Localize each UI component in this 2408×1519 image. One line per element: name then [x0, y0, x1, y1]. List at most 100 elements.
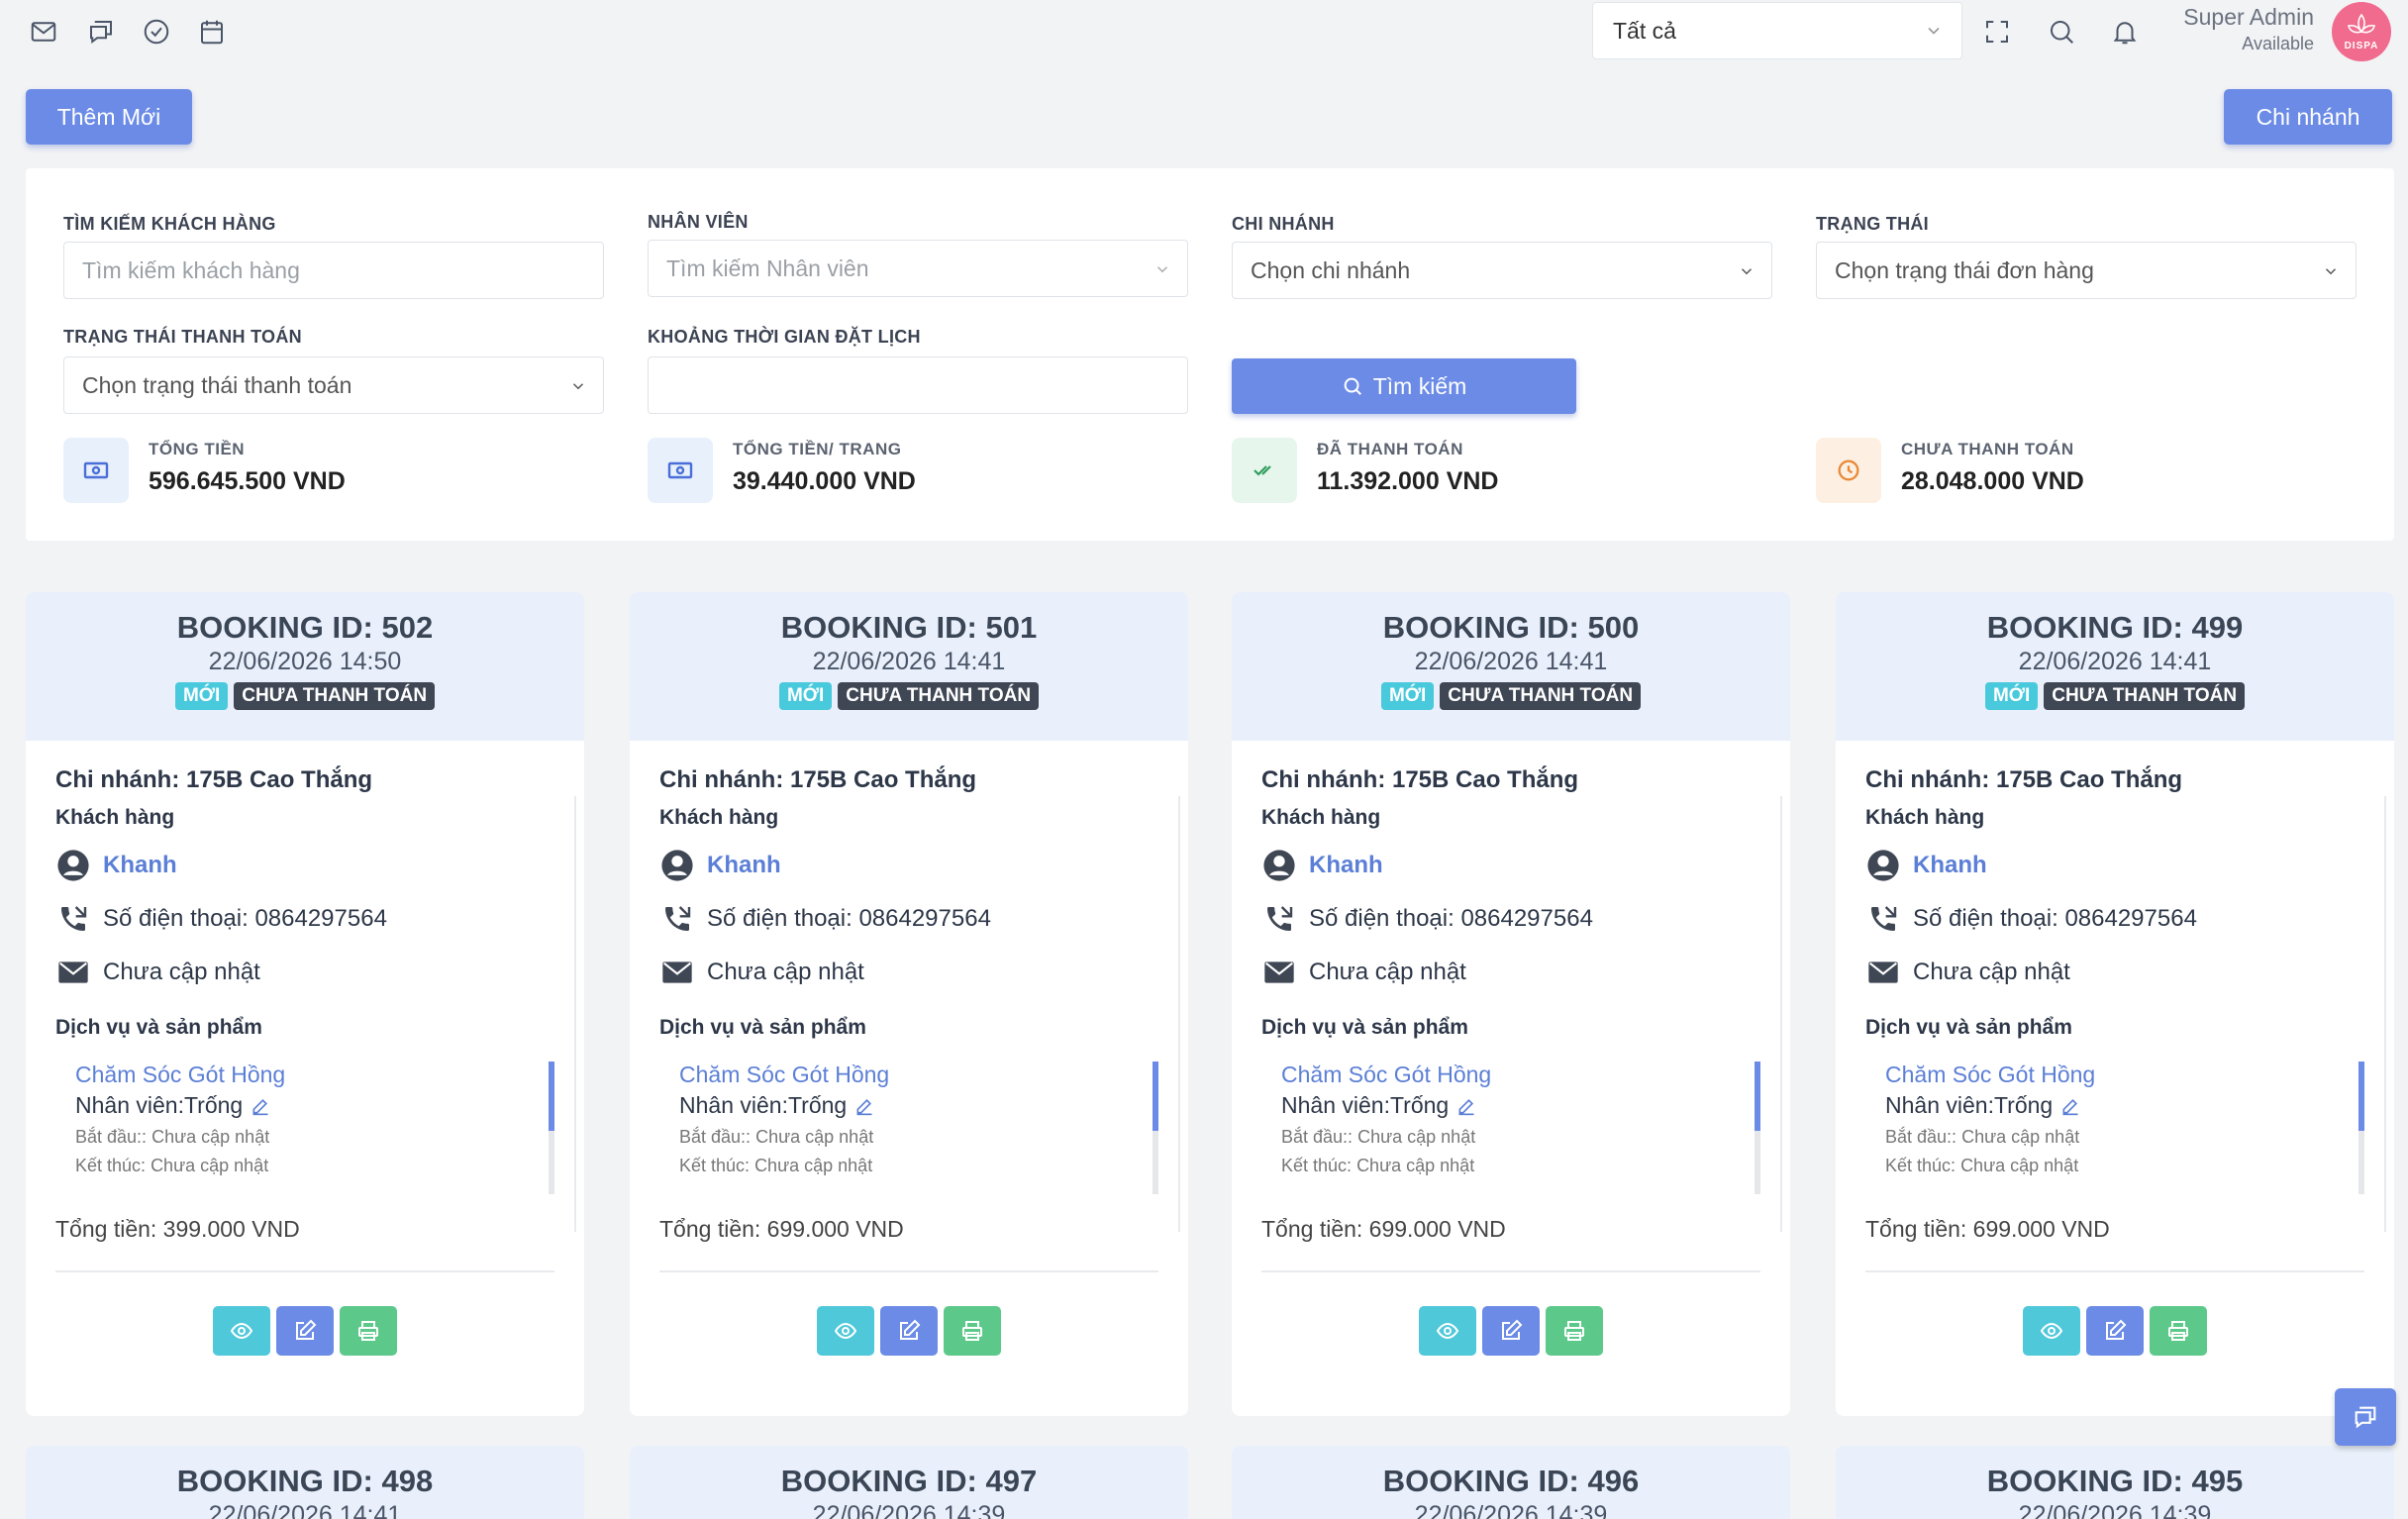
edit-icon — [1502, 1319, 1523, 1340]
edit-button[interactable] — [2086, 1306, 2144, 1356]
pencil-edit-icon[interactable] — [2060, 1096, 2080, 1116]
edit-button[interactable] — [276, 1306, 334, 1356]
customer-name-link[interactable]: Khanh — [1913, 852, 1987, 879]
booking-branch: Chi nhánh: 175B Cao Thắng — [1261, 766, 1579, 793]
pencil-edit-icon[interactable] — [854, 1096, 874, 1116]
customer-name-link[interactable]: Khanh — [1309, 852, 1383, 879]
customer-name-link[interactable]: Khanh — [707, 852, 781, 879]
check-circle-icon[interactable] — [139, 14, 174, 50]
staff-label: Nhân viên: — [75, 1092, 184, 1118]
date-range-input[interactable] — [648, 356, 1188, 414]
customer-name-link[interactable]: Khanh — [103, 852, 177, 879]
staff-label: Nhân viên: — [679, 1092, 788, 1118]
staff-value: Trống — [787, 1092, 848, 1118]
divider — [574, 796, 576, 1232]
view-button[interactable] — [2023, 1306, 2080, 1356]
search-button[interactable]: Tìm kiếm — [1232, 358, 1576, 414]
status-badge-new: MỚI — [1984, 682, 2039, 710]
search-icon[interactable] — [2044, 14, 2079, 50]
view-button[interactable] — [213, 1306, 270, 1356]
service-name-link[interactable]: Chăm Sóc Gót Hồng — [1885, 1062, 2364, 1088]
booking-date: 22/06/2026 14:39 — [812, 1501, 1006, 1519]
stat-label: ĐÃ THANH TOÁN — [1317, 440, 1463, 458]
mail-icon[interactable] — [26, 14, 61, 50]
scrollbar-thumb[interactable] — [2358, 1062, 2364, 1131]
edit-button[interactable] — [1482, 1306, 1540, 1356]
service-list[interactable]: Chăm Sóc Gót Hồng Nhân viên:Trống Bắt đầ… — [55, 1062, 554, 1194]
pencil-edit-icon[interactable] — [251, 1096, 270, 1116]
envelope-icon — [1261, 955, 1297, 990]
scope-select-value: Tất cả — [1613, 17, 1676, 44]
fullscreen-icon[interactable] — [1979, 14, 2015, 50]
print-button[interactable] — [944, 1306, 1001, 1356]
search-icon — [1344, 377, 1361, 395]
print-button[interactable] — [340, 1306, 397, 1356]
envelope-icon — [659, 955, 695, 990]
chat-icon[interactable] — [83, 14, 119, 50]
end-label: Kết thúc: — [1281, 1156, 1353, 1175]
booking-date: 22/06/2026 14:39 — [1414, 1501, 1608, 1519]
booking-card: BOOKING ID: 500 22/06/2026 14:41 MỚI CHƯ… — [1232, 592, 1790, 1416]
divider — [1865, 1270, 2364, 1272]
divider — [1780, 796, 1782, 1232]
service-list[interactable]: Chăm Sóc Gót Hồng Nhân viên:Trống Bắt đầ… — [1865, 1062, 2364, 1194]
branch-button[interactable]: Chi nhánh — [2224, 89, 2392, 145]
branch-select[interactable]: Chọn chi nhánh — [1232, 242, 1772, 299]
end-label: Kết thúc: — [679, 1156, 751, 1175]
chat-fab-button[interactable] — [2335, 1388, 2396, 1446]
date-range-label: KHOẢNG THỜI GIAN ĐẶT LỊCH — [648, 327, 921, 347]
staff-value: Trống — [1389, 1092, 1450, 1118]
staff-value: Trống — [183, 1092, 244, 1118]
scrollbar[interactable] — [1153, 1062, 1158, 1194]
edit-button[interactable] — [880, 1306, 938, 1356]
service-list[interactable]: Chăm Sóc Gót Hồng Nhân viên:Trống Bắt đầ… — [1261, 1062, 1760, 1194]
staff-label: Nhân viên: — [1885, 1092, 1994, 1118]
calendar-icon[interactable] — [194, 14, 230, 50]
payment-status-select-value: Chọn trạng thái thanh toán — [82, 371, 352, 398]
booking-date: 22/06/2026 14:41 — [208, 1501, 402, 1519]
customer-heading: Khách hàng — [55, 806, 175, 829]
clock-icon — [1816, 438, 1881, 503]
status-badge-new: MỚI — [174, 682, 229, 710]
printer-icon — [2168, 1321, 2188, 1341]
divider — [659, 1270, 1158, 1272]
start-value: Chưa cập nhật — [1357, 1127, 1476, 1147]
scrollbar[interactable] — [2358, 1062, 2364, 1194]
scrollbar-thumb[interactable] — [1153, 1062, 1158, 1131]
service-name-link[interactable]: Chăm Sóc Gót Hồng — [1281, 1062, 1760, 1088]
bell-icon[interactable] — [2107, 14, 2143, 50]
service-list[interactable]: Chăm Sóc Gót Hồng Nhân viên:Trống Bắt đầ… — [659, 1062, 1158, 1194]
payment-status-select[interactable]: Chọn trạng thái thanh toán — [63, 356, 604, 414]
envelope-icon — [1865, 955, 1901, 990]
branch-select-value: Chọn chi nhánh — [1251, 256, 1411, 283]
pencil-edit-icon[interactable] — [1456, 1096, 1476, 1116]
services-heading: Dịch vụ và sản phẩm — [1261, 1016, 1468, 1039]
avatar[interactable]: DISPA — [2332, 2, 2391, 61]
add-new-button[interactable]: Thêm Mới — [26, 89, 192, 145]
booking-total: Tổng tiền: 699.000 VND — [1261, 1216, 1506, 1242]
status-select[interactable]: Chọn trạng thái đơn hàng — [1816, 242, 2357, 299]
booking-id: BOOKING ID: 496 — [1382, 1464, 1640, 1498]
scrollbar[interactable] — [1755, 1062, 1760, 1194]
staff-select-placeholder: Tìm kiếm Nhân viên — [666, 254, 869, 281]
scope-select[interactable]: Tất cả — [1592, 2, 1962, 59]
view-button[interactable] — [1419, 1306, 1476, 1356]
view-button[interactable] — [817, 1306, 874, 1356]
printer-icon — [962, 1321, 982, 1341]
customer-email: Chưa cập nhật — [1309, 959, 1466, 985]
print-button[interactable] — [2150, 1306, 2207, 1356]
staff-select[interactable]: Tìm kiếm Nhân viên — [648, 240, 1188, 297]
service-name-link[interactable]: Chăm Sóc Gót Hồng — [75, 1062, 554, 1088]
customer-search-input[interactable]: Tìm kiếm khách hàng — [63, 242, 604, 299]
service-name-link[interactable]: Chăm Sóc Gót Hồng — [679, 1062, 1158, 1088]
customer-heading: Khách hàng — [1261, 806, 1381, 829]
start-value: Chưa cập nhật — [151, 1127, 270, 1147]
scrollbar[interactable] — [549, 1062, 554, 1194]
booking-id: BOOKING ID: 502 — [176, 610, 434, 645]
print-button[interactable] — [1546, 1306, 1603, 1356]
user-circle-icon — [1865, 848, 1901, 883]
user-name[interactable]: Super Admin — [2183, 4, 2314, 31]
scrollbar-thumb[interactable] — [1755, 1062, 1760, 1131]
user-circle-icon — [55, 848, 91, 883]
scrollbar-thumb[interactable] — [549, 1062, 554, 1131]
